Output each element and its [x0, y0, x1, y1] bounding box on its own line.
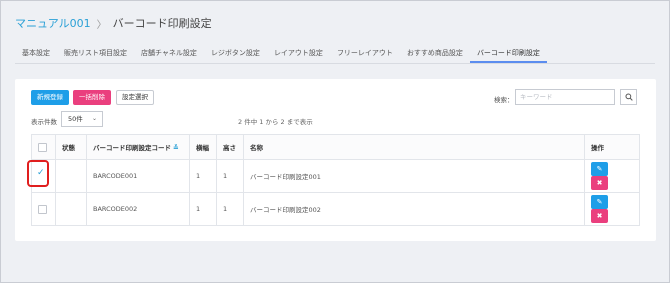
code-cell: BARCODE002 — [86, 192, 190, 226]
tab-sales-list-fields[interactable]: 販売リスト項目設定 — [57, 43, 134, 63]
actions-cell: ✎ ✖ — [584, 192, 640, 226]
tab-free-layout[interactable]: フリーレイアウト — [330, 43, 400, 63]
width-header: 横幅 — [189, 134, 217, 160]
config-select-button[interactable]: 設定選択 — [116, 90, 154, 105]
code-header-label: バーコード印刷設定コード — [93, 144, 171, 152]
width-cell: 1 — [189, 159, 217, 193]
new-button[interactable]: 新規登録 — [31, 90, 69, 105]
select-all-checkbox[interactable] — [38, 142, 47, 152]
bulk-delete-button[interactable]: 一括削除 — [73, 90, 111, 105]
delete-button[interactable]: ✖ — [591, 209, 608, 223]
status-header: 状態 — [55, 134, 87, 160]
delete-button[interactable]: ✖ — [591, 176, 608, 190]
row-checkbox-wrapper: ✓ — [27, 159, 49, 187]
name-cell: バーコード印刷設定002 — [243, 192, 585, 226]
status-cell — [55, 192, 87, 226]
width-cell: 1 — [189, 192, 217, 226]
row-select-cell: ✓ — [27, 159, 56, 193]
tab-bar: 基本設定 販売リスト項目設定 店舗チャネル設定 レジボタン設定 レイアウト設定 … — [15, 43, 655, 64]
height-header: 高さ — [216, 134, 244, 160]
sort-icon[interactable]: ≚ — [173, 144, 179, 152]
chevron-right-icon: 〉 — [96, 19, 107, 31]
edit-icon: ✎ — [596, 165, 603, 173]
name-cell: バーコード印刷設定001 — [243, 159, 585, 193]
tab-store-channel[interactable]: 店舗チャネル設定 — [134, 43, 204, 63]
search-icon — [624, 93, 633, 101]
per-page-select[interactable]: 50件 ⌄ — [61, 111, 103, 127]
tab-register-buttons[interactable]: レジボタン設定 — [204, 43, 267, 63]
record-count-text: 2 件中 1 から 2 まで表示 — [238, 118, 313, 126]
breadcrumb-parent-link[interactable]: マニュアル001 — [15, 15, 91, 31]
search-button[interactable] — [620, 89, 637, 105]
barcode-settings-table: 状態 バーコード印刷設定コード ≚ 横幅 高さ 名称 操作 ✓ BARCODE0… — [27, 134, 640, 226]
actions-cell: ✎ ✖ — [584, 159, 640, 193]
close-icon: ✖ — [596, 212, 603, 220]
row-select-cell — [31, 192, 56, 226]
select-all-header — [31, 134, 56, 160]
checkmark-icon: ✓ — [37, 167, 45, 178]
chevron-down-icon: ⌄ — [91, 115, 97, 122]
edit-icon: ✎ — [596, 198, 603, 206]
edit-button[interactable]: ✎ — [591, 162, 608, 176]
actions-header: 操作 — [584, 134, 640, 160]
search-label: 検索： — [494, 96, 514, 104]
content-card: 新規登録 一括削除 設定選択 検索： 表示件数 50件 ⌄ 2 件中 1 から … — [15, 79, 656, 241]
height-cell: 1 — [216, 192, 244, 226]
tab-barcode-print-settings[interactable]: バーコード印刷設定 — [469, 43, 547, 63]
breadcrumb: マニュアル001 〉 バーコード印刷設定 — [15, 15, 212, 31]
search-input[interactable] — [515, 89, 615, 105]
name-header: 名称 — [243, 134, 585, 160]
table-row: BARCODE002 1 1 バーコード印刷設定002 ✎ ✖ — [31, 192, 640, 226]
close-icon: ✖ — [596, 179, 603, 187]
code-cell: BARCODE001 — [86, 159, 190, 193]
table-header-row: 状態 バーコード印刷設定コード ≚ 横幅 高さ 名称 操作 — [31, 134, 640, 160]
per-page-label: 表示件数 — [31, 118, 57, 126]
height-cell: 1 — [216, 159, 244, 193]
tab-layout[interactable]: レイアウト設定 — [267, 43, 330, 63]
status-cell — [55, 159, 87, 193]
per-page-value: 50件 — [68, 115, 83, 123]
tab-recommended-items[interactable]: おすすめ商品設定 — [400, 43, 470, 63]
page-title: バーコード印刷設定 — [112, 17, 212, 30]
row-checkbox[interactable] — [38, 204, 47, 214]
code-header[interactable]: バーコード印刷設定コード ≚ — [86, 134, 190, 160]
tab-basic-settings[interactable]: 基本設定 — [15, 43, 57, 63]
edit-button[interactable]: ✎ — [591, 195, 608, 209]
table-row: ✓ BARCODE001 1 1 バーコード印刷設定001 ✎ ✖ — [27, 159, 640, 193]
